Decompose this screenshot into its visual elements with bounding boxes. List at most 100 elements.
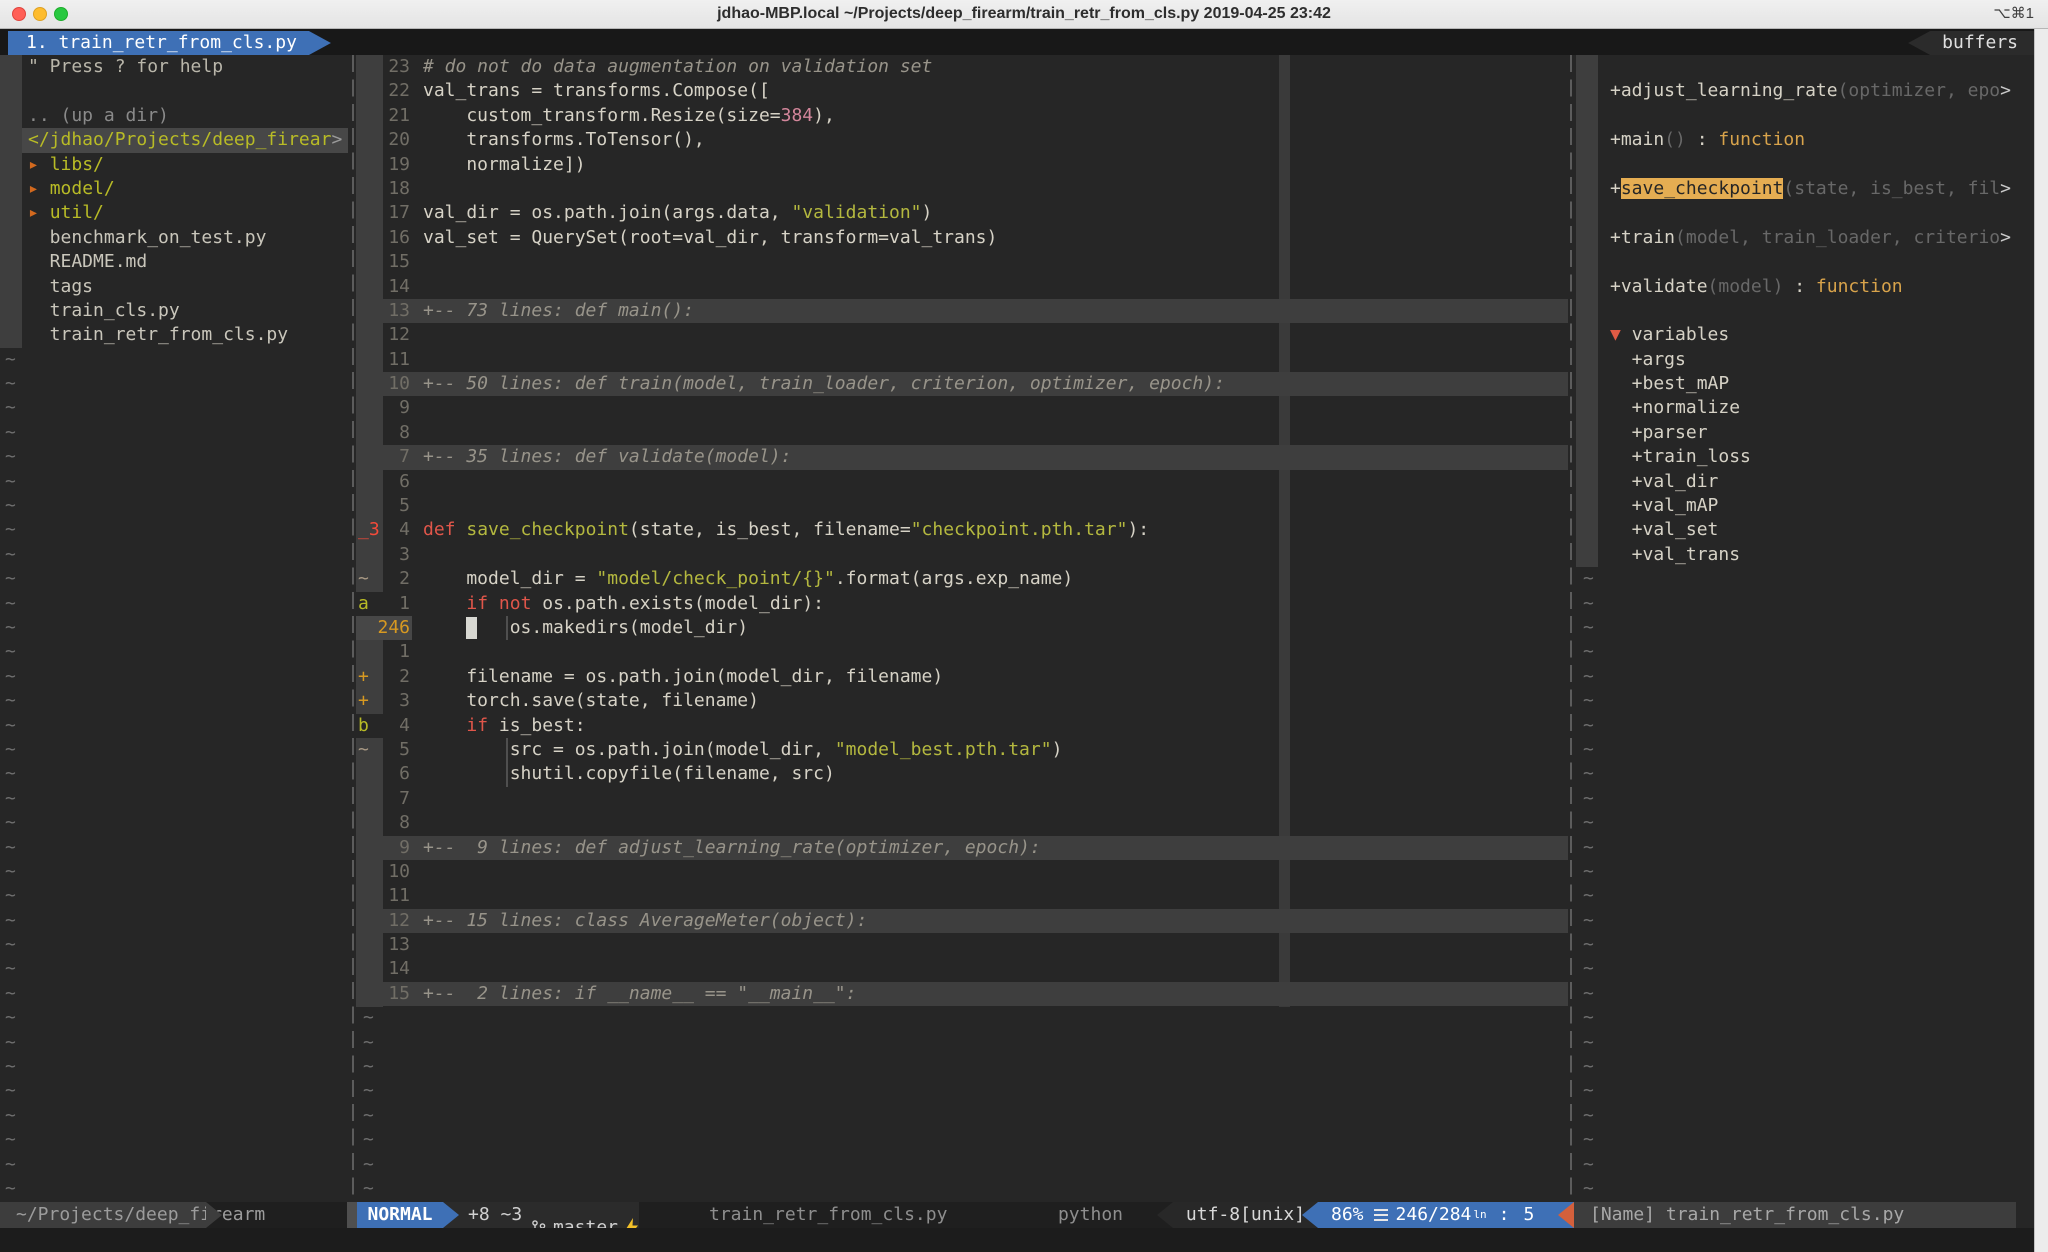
tag-item[interactable]: +args	[1576, 348, 2034, 372]
line-number: 18	[370, 177, 410, 201]
code-line[interactable]: 8	[356, 421, 1568, 445]
tree-item[interactable]: ▸ model/	[0, 177, 348, 201]
code-line[interactable]: 11	[356, 348, 1568, 372]
code-line[interactable]: 8	[356, 811, 1568, 835]
tab-train-retr-from-cls[interactable]: 1. train_retr_from_cls.py	[8, 31, 331, 55]
line-number: 5	[370, 494, 410, 518]
code-line[interactable]: 6	[356, 470, 1568, 494]
tag-item[interactable]: +train_loss	[1576, 445, 2034, 469]
command-line[interactable]	[0, 1228, 2048, 1252]
line-number: 1	[370, 640, 410, 664]
tag-item[interactable]: +normalize	[1576, 396, 2034, 420]
tag-item[interactable]: +val_trans	[1576, 543, 2034, 567]
filler-tilde: ~	[1576, 811, 2034, 835]
filler-tilde: ~	[1576, 860, 2034, 884]
line-number: 13	[370, 299, 410, 323]
tag-item[interactable]	[1576, 299, 2034, 323]
tree-item[interactable]: " Press ? for help	[0, 55, 348, 79]
tree-item[interactable]: .. (up a dir)	[0, 104, 348, 128]
folded-code-line[interactable]: 15+-- 2 lines: if __name__ == "__main__"…	[356, 982, 1568, 1006]
code-line[interactable]: 6 shutil.copyfile(filename, src)	[356, 762, 1568, 786]
mode-indicator: NORMAL	[357, 1202, 443, 1228]
folded-code-line[interactable]: 13+-- 73 lines: def main():	[356, 299, 1568, 323]
folded-code-line[interactable]: 9+-- 9 lines: def adjust_learning_rate(o…	[356, 836, 1568, 860]
filler-tilde: ~	[1576, 1079, 2034, 1103]
code-line[interactable]: ~5 src = os.path.join(model_dir, "model_…	[356, 738, 1568, 762]
code-line[interactable]: ~2 model_dir = "model/check_point/{}".fo…	[356, 567, 1568, 591]
tag-item[interactable]: +validate(model) : function	[1576, 275, 2034, 299]
code-line[interactable]: 14	[356, 957, 1568, 981]
code-line[interactable]: 3	[356, 543, 1568, 567]
code-line[interactable]: +3 torch.save(state, filename)	[356, 689, 1568, 713]
code-line[interactable]: 20 transforms.ToTensor(),	[356, 128, 1568, 152]
code-line[interactable]: 12	[356, 323, 1568, 347]
code-line[interactable]: 7	[356, 787, 1568, 811]
code-line[interactable]: 15	[356, 250, 1568, 274]
tag-item[interactable]: +parser	[1576, 421, 2034, 445]
tree-item[interactable]: train_cls.py	[0, 299, 348, 323]
window-separator-right[interactable]	[1570, 55, 1572, 1202]
folded-code-line[interactable]: 12+-- 15 lines: class AverageMeter(objec…	[356, 909, 1568, 933]
cursor-position: 246/284	[1396, 1202, 1472, 1228]
tag-item[interactable]	[1576, 104, 2034, 128]
code-line[interactable]: 14	[356, 275, 1568, 299]
tag-item[interactable]: ▼ variables	[1576, 323, 2034, 347]
folded-code-line[interactable]: 7+-- 35 lines: def validate(model):	[356, 445, 1568, 469]
code-line[interactable]: 10	[356, 860, 1568, 884]
filler-tilde: ~	[0, 616, 348, 640]
tag-item[interactable]: +val_set	[1576, 518, 2034, 542]
code-line[interactable]: _34def save_checkpoint(state, is_best, f…	[356, 518, 1568, 542]
code-editor[interactable]: 23# do not do data augmentation on valid…	[356, 55, 1568, 1202]
code-line[interactable]: +2 filename = os.path.join(model_dir, fi…	[356, 665, 1568, 689]
line-number: 12	[370, 323, 410, 347]
tree-item[interactable]: ▸ util/	[0, 201, 348, 225]
code-line[interactable]: 19 normalize])	[356, 153, 1568, 177]
code-line[interactable]: 13	[356, 933, 1568, 957]
tag-item[interactable]	[1576, 55, 2034, 79]
tag-item[interactable]: +adjust_learning_rate(optimizer, epo>	[1576, 79, 2034, 103]
tag-item[interactable]: +best_mAP	[1576, 372, 2034, 396]
tag-item[interactable]: +val_mAP	[1576, 494, 2034, 518]
powerline-arrow	[206, 1202, 222, 1228]
filler-tilde: ~	[0, 689, 348, 713]
scrollbar-track[interactable]	[2034, 29, 2048, 1252]
tree-item[interactable]: ▸ libs/	[0, 153, 348, 177]
tag-item[interactable]	[1576, 153, 2034, 177]
tag-item[interactable]: +train(model, train_loader, criterio>	[1576, 226, 2034, 250]
filler-tilde: ~	[0, 909, 348, 933]
statusline-filetype: python	[1058, 1202, 1123, 1228]
position-colon: :	[1499, 1202, 1510, 1228]
tagbar-statusline: [Name] train_retr_from_cls.py	[1574, 1202, 2016, 1228]
tree-item[interactable]: benchmark_on_test.py	[0, 226, 348, 250]
tag-item[interactable]: +save_checkpoint(state, is_best, fil>	[1576, 177, 2034, 201]
code-line[interactable]: 17val_dir = os.path.join(args.data, "val…	[356, 201, 1568, 225]
tag-item[interactable]: +val_dir	[1576, 470, 2034, 494]
line-number: 5	[370, 738, 410, 762]
indent-guide	[506, 762, 508, 786]
folded-code-line[interactable]: 10+-- 50 lines: def train(model, train_l…	[356, 372, 1568, 396]
tree-item[interactable]	[0, 79, 348, 103]
tag-item[interactable]	[1576, 250, 2034, 274]
code-line[interactable]: 22val_trans = transforms.Compose([	[356, 79, 1568, 103]
tag-item[interactable]	[1576, 201, 2034, 225]
code-line[interactable]: 11	[356, 884, 1568, 908]
code-line[interactable]: a1 if not os.path.exists(model_dir):	[356, 592, 1568, 616]
buffers-label[interactable]: buffers	[1908, 31, 2034, 55]
code-line[interactable]: 23# do not do data augmentation on valid…	[356, 55, 1568, 79]
tag-item[interactable]: +main() : function	[1576, 128, 2034, 152]
code-line[interactable]: 16val_set = QuerySet(root=val_dir, trans…	[356, 226, 1568, 250]
window-separator-left[interactable]	[352, 55, 354, 1202]
code-line[interactable]: 21 custom_transform.Resize(size=384),	[356, 104, 1568, 128]
tree-item[interactable]: README.md	[0, 250, 348, 274]
line-number: 9	[370, 396, 410, 420]
code-line[interactable]: b4 if is_best:	[356, 714, 1568, 738]
code-line[interactable]: 1	[356, 640, 1568, 664]
code-line[interactable]: 246 os.makedirs(model_dir)	[356, 616, 1568, 640]
code-line[interactable]: 5	[356, 494, 1568, 518]
window-title: jdhao-MBP.local ~/Projects/deep_firearm/…	[0, 0, 2048, 28]
tree-item[interactable]: tags	[0, 275, 348, 299]
tree-item[interactable]: </jdhao/Projects/deep_firear>	[0, 128, 348, 152]
tree-item[interactable]: train_retr_from_cls.py	[0, 323, 348, 347]
code-line[interactable]: 18	[356, 177, 1568, 201]
code-line[interactable]: 9	[356, 396, 1568, 420]
